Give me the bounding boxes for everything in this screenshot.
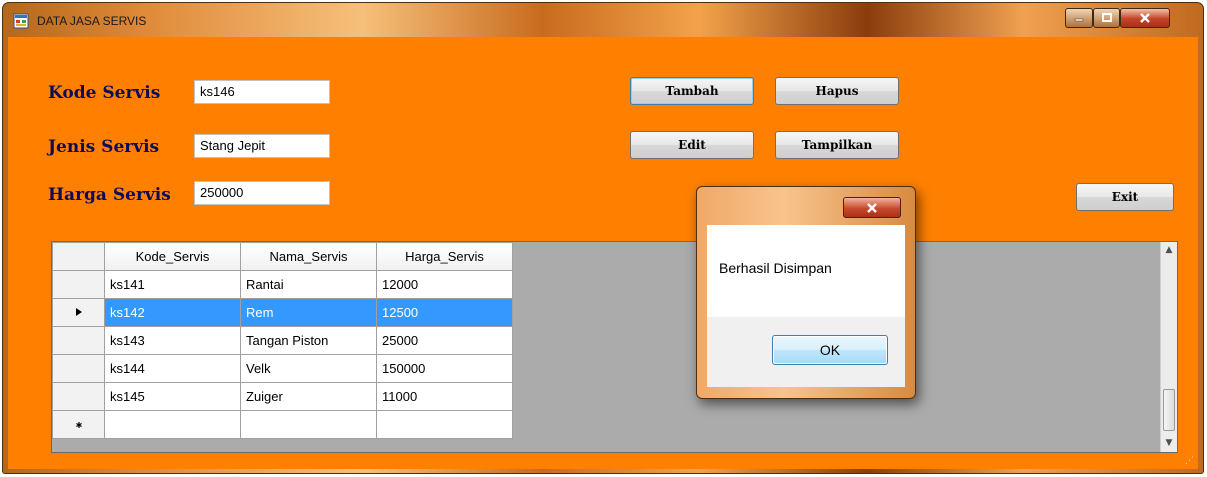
row-header-corner: [52, 242, 105, 271]
vertical-scrollbar[interactable]: ▲ ▼: [1160, 242, 1177, 452]
exit-button[interactable]: Exit: [1076, 183, 1174, 211]
jenis-servis-label: Jenis Servis: [48, 137, 160, 157]
dialog-footer: OK: [707, 317, 905, 387]
ok-button[interactable]: OK: [772, 335, 888, 365]
table-row[interactable]: ks141 Rantai 12000: [52, 270, 513, 299]
row-header[interactable]: [52, 354, 105, 383]
new-row-asterisk-icon: [75, 422, 82, 428]
cell-kode[interactable]: ks142: [104, 298, 241, 327]
cell-nama[interactable]: Rantai: [240, 270, 377, 299]
cell-harga[interactable]: 150000: [376, 354, 513, 383]
dialog-body: Berhasil Disimpan: [707, 225, 905, 317]
kode-servis-label: Kode Servis: [48, 83, 161, 103]
scroll-thumb[interactable]: [1163, 389, 1175, 431]
cell-harga[interactable]: 25000: [376, 326, 513, 355]
cell-nama-new[interactable]: [240, 410, 377, 439]
row-header[interactable]: [52, 382, 105, 411]
cell-kode[interactable]: ks143: [104, 326, 241, 355]
hapus-button[interactable]: Hapus: [775, 77, 899, 105]
table-row[interactable]: ks144 Velk 150000: [52, 354, 513, 383]
row-header[interactable]: [52, 326, 105, 355]
form-client-area: Kode Servis ks146 Jenis Servis Stang Jep…: [8, 37, 1198, 469]
column-header-harga[interactable]: Harga_Servis: [376, 242, 513, 271]
scroll-down-icon[interactable]: ▼: [1161, 435, 1177, 452]
row-header[interactable]: [52, 270, 105, 299]
harga-servis-label: Harga Servis: [48, 185, 171, 205]
dialog-close-button[interactable]: [843, 197, 901, 218]
cell-harga[interactable]: 12500: [376, 298, 513, 327]
column-header-nama[interactable]: Nama_Servis: [240, 242, 377, 271]
harga-servis-input[interactable]: 250000: [194, 181, 330, 205]
new-row[interactable]: [52, 410, 513, 439]
window-title: DATA JASA SERVIS: [37, 14, 147, 28]
cell-kode[interactable]: ks141: [104, 270, 241, 299]
tambah-button[interactable]: Tambah: [630, 77, 754, 105]
app-icon: [13, 13, 29, 29]
maximize-icon: [1101, 13, 1112, 22]
cell-nama[interactable]: Rem: [240, 298, 377, 327]
column-header-kode[interactable]: Kode_Servis: [104, 242, 241, 271]
minimize-button[interactable]: [1065, 8, 1093, 28]
kode-servis-input[interactable]: ks146: [194, 80, 330, 104]
jenis-servis-input[interactable]: Stang Jepit: [194, 134, 330, 158]
cell-kode[interactable]: ks145: [104, 382, 241, 411]
cell-kode-new[interactable]: [104, 410, 241, 439]
maximize-button[interactable]: [1093, 8, 1120, 28]
minimize-icon: [1074, 18, 1084, 22]
table-row[interactable]: ks145 Zuiger 11000: [52, 382, 513, 411]
tampilkan-button[interactable]: Tampilkan: [775, 131, 899, 159]
message-box-dialog: Berhasil Disimpan OK: [696, 186, 916, 399]
row-header-new[interactable]: [52, 410, 105, 439]
cell-nama[interactable]: Zuiger: [240, 382, 377, 411]
main-window: DATA JASA SERVIS Kode Servis ks146 Jenis…: [2, 2, 1204, 474]
cell-nama[interactable]: Velk: [240, 354, 377, 383]
header-row: Kode_Servis Nama_Servis Harga_Servis: [52, 242, 513, 271]
resize-grip-icon[interactable]: ⋰: [1185, 456, 1194, 466]
cell-kode[interactable]: ks144: [104, 354, 241, 383]
cell-harga-new[interactable]: [376, 410, 513, 439]
row-header[interactable]: [52, 298, 105, 327]
data-grid[interactable]: Kode_Servis Nama_Servis Harga_Servis ks1…: [51, 241, 1178, 453]
cell-harga[interactable]: 11000: [376, 382, 513, 411]
table-row-selected[interactable]: ks142 Rem 12500: [52, 298, 513, 327]
data-grid-table: Kode_Servis Nama_Servis Harga_Servis ks1…: [52, 242, 513, 439]
title-bar[interactable]: DATA JASA SERVIS: [3, 3, 1203, 37]
cell-harga[interactable]: 12000: [376, 270, 513, 299]
scroll-up-icon[interactable]: ▲: [1161, 242, 1177, 259]
cell-nama[interactable]: Tangan Piston: [240, 326, 377, 355]
edit-button[interactable]: Edit: [630, 131, 754, 159]
current-row-arrow-icon: [75, 308, 82, 316]
table-row[interactable]: ks143 Tangan Piston 25000: [52, 326, 513, 355]
close-icon: [867, 202, 877, 213]
close-button[interactable]: [1120, 8, 1170, 28]
close-icon: [1140, 13, 1150, 23]
dialog-message: Berhasil Disimpan: [719, 260, 832, 276]
